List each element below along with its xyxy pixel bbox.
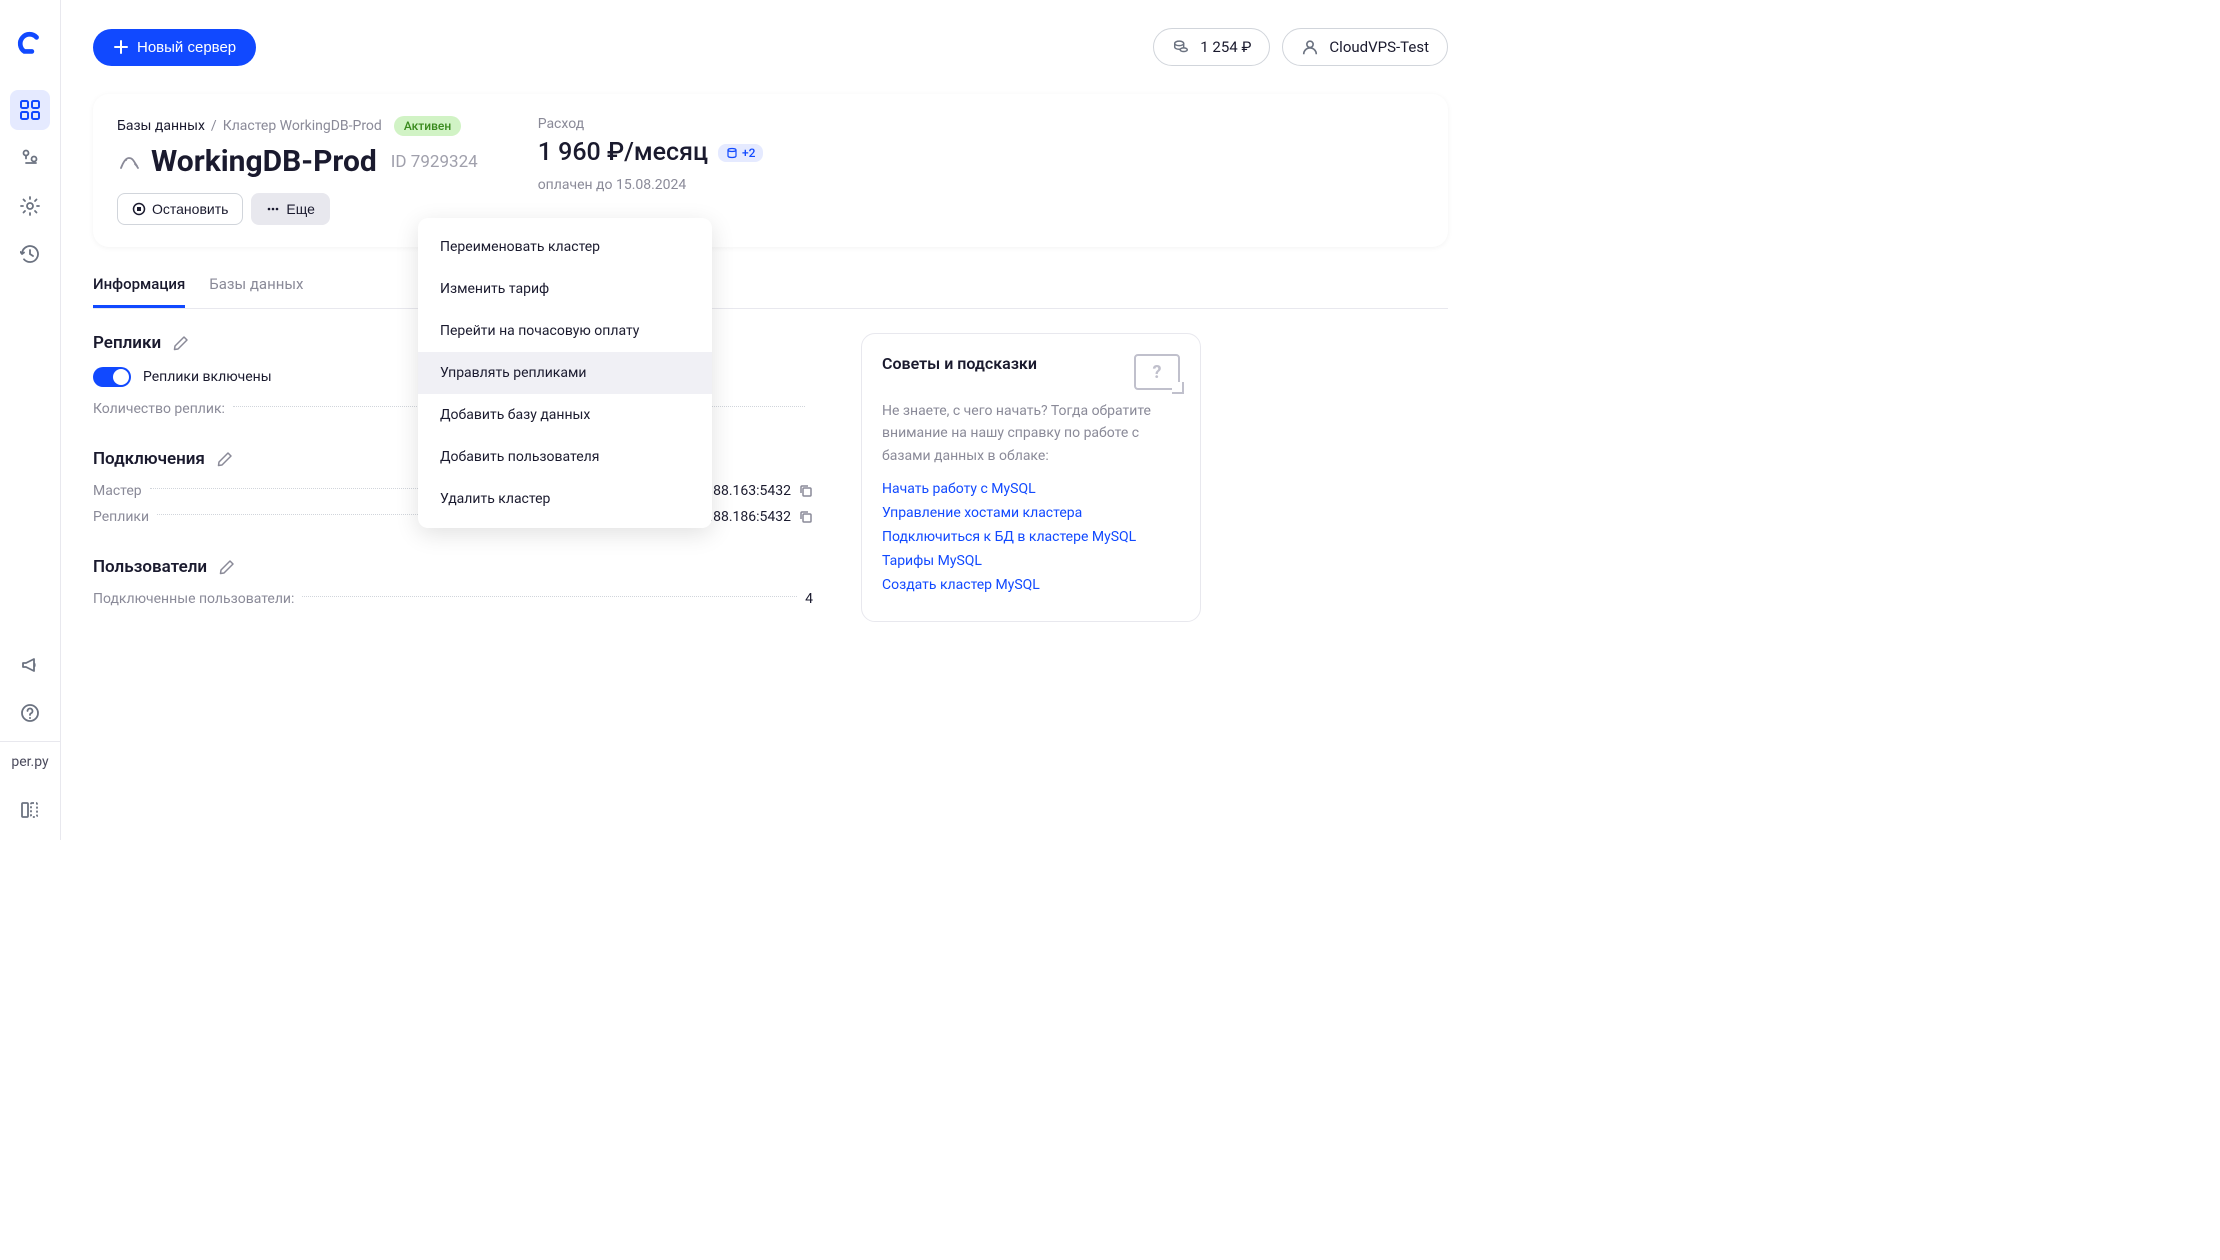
sidebar-workspace-label[interactable]: per.py xyxy=(0,741,60,782)
replicas-toggle[interactable] xyxy=(93,367,131,387)
expense-badge[interactable]: +2 xyxy=(718,144,763,162)
stop-button[interactable]: Остановить xyxy=(117,193,243,225)
nav-history-icon[interactable] xyxy=(10,234,50,274)
master-label: Мастер xyxy=(93,483,142,499)
account-name: CloudVPS-Test xyxy=(1329,38,1429,56)
dropdown-add-user[interactable]: Добавить пользователя xyxy=(418,436,712,478)
more-label: Еще xyxy=(286,201,315,217)
tips-card: Советы и подсказки ? Не знаете, с чего н… xyxy=(861,333,1201,622)
nav-servers-icon[interactable] xyxy=(10,138,50,178)
users-connected-label: Подключенные пользователи: xyxy=(93,591,294,607)
replicas-conn-label: Реплики xyxy=(93,509,149,525)
breadcrumb-root[interactable]: Базы данных xyxy=(117,118,205,134)
nav-help-icon[interactable] xyxy=(10,693,50,733)
plus-icon xyxy=(113,39,129,55)
edit-replicas-icon[interactable] xyxy=(173,335,189,351)
connections-heading: Подключения xyxy=(93,449,205,469)
dropdown-rename-cluster[interactable]: Переименовать кластер xyxy=(418,226,712,268)
expense-amount: 1 960 ₽/месяц xyxy=(538,138,708,167)
tips-link[interactable]: Создать кластер MySQL xyxy=(882,577,1180,593)
tips-link[interactable]: Управление хостами кластера xyxy=(882,505,1180,521)
tips-help-icon: ? xyxy=(1134,354,1180,390)
tabs: Информация Базы данных xyxy=(93,275,1448,309)
nav-dashboard-icon[interactable] xyxy=(10,90,50,130)
replicas-toggle-label: Реплики включены xyxy=(143,369,272,385)
tips-link[interactable]: Тарифы MySQL xyxy=(882,553,1180,569)
mysql-icon xyxy=(117,150,141,174)
tab-databases[interactable]: Базы данных xyxy=(209,275,303,308)
tab-info[interactable]: Информация xyxy=(93,275,185,308)
users-section: Пользователи Подключенные пользователи: … xyxy=(93,557,813,607)
more-button[interactable]: Еще xyxy=(251,193,330,225)
nav-settings-icon[interactable] xyxy=(10,186,50,226)
copy-master-icon[interactable] xyxy=(799,484,813,498)
dropdown-hourly-billing[interactable]: Перейти на почасовую оплату xyxy=(418,310,712,352)
users-connected-count: 4 xyxy=(805,591,813,607)
more-dropdown: Переименовать кластер Изменить тариф Пер… xyxy=(418,218,712,528)
tips-link[interactable]: Подключиться к БД в кластере MySQL xyxy=(882,529,1180,545)
status-badge: Активен xyxy=(394,116,461,136)
dropdown-delete-cluster[interactable]: Удалить кластер xyxy=(418,478,712,520)
edit-users-icon[interactable] xyxy=(219,559,235,575)
brand-logo[interactable] xyxy=(15,28,45,58)
dots-icon xyxy=(266,202,280,216)
new-server-label: Новый сервер xyxy=(137,39,236,56)
tips-title: Советы и подсказки xyxy=(882,354,1037,373)
topbar: Новый сервер 1 254 ₽ CloudVPS- xyxy=(93,28,1448,66)
tips-text: Не знаете, с чего начать? Тогда обратите… xyxy=(882,400,1180,467)
edit-connections-icon[interactable] xyxy=(217,451,233,467)
stop-icon xyxy=(132,202,146,216)
account-pill[interactable]: CloudVPS-Test xyxy=(1282,28,1448,66)
user-icon xyxy=(1301,38,1319,56)
dropdown-add-database[interactable]: Добавить базу данных xyxy=(418,394,712,436)
cluster-title: WorkingDB-Prod xyxy=(151,144,377,179)
balance-amount: 1 254 ₽ xyxy=(1200,38,1251,56)
stop-label: Остановить xyxy=(152,201,228,217)
coins-icon xyxy=(1172,38,1190,56)
dropdown-change-tariff[interactable]: Изменить тариф xyxy=(418,268,712,310)
db-small-icon xyxy=(726,147,738,159)
users-heading: Пользователи xyxy=(93,557,207,577)
paid-until: оплачен до 15.08.2024 xyxy=(538,177,764,193)
breadcrumb-separator: / xyxy=(211,118,217,134)
replicas-heading: Реплики xyxy=(93,333,161,353)
expense-label: Расход xyxy=(538,116,764,132)
replicas-count-label: Количество реплик: xyxy=(93,401,225,417)
cluster-header-card: Базы данных / Кластер WorkingDB-Prod Акт… xyxy=(93,94,1448,247)
breadcrumb: Базы данных / Кластер WorkingDB-Prod Акт… xyxy=(117,116,478,136)
nav-announce-icon[interactable] xyxy=(10,645,50,685)
copy-replicas-icon[interactable] xyxy=(799,510,813,524)
main-area: Новый сервер 1 254 ₽ CloudVPS- xyxy=(61,0,1480,840)
sidebar: per.py xyxy=(0,0,61,840)
nav-collapse-icon[interactable] xyxy=(10,790,50,830)
dropdown-manage-replicas[interactable]: Управлять репликами xyxy=(418,352,712,394)
expense-badge-count: +2 xyxy=(742,146,755,160)
cluster-id: ID 7929324 xyxy=(391,152,478,172)
balance-pill[interactable]: 1 254 ₽ xyxy=(1153,28,1270,66)
tips-link[interactable]: Начать работу с MySQL xyxy=(882,481,1180,497)
new-server-button[interactable]: Новый сервер xyxy=(93,29,256,66)
breadcrumb-current: Кластер WorkingDB-Prod xyxy=(223,118,382,134)
